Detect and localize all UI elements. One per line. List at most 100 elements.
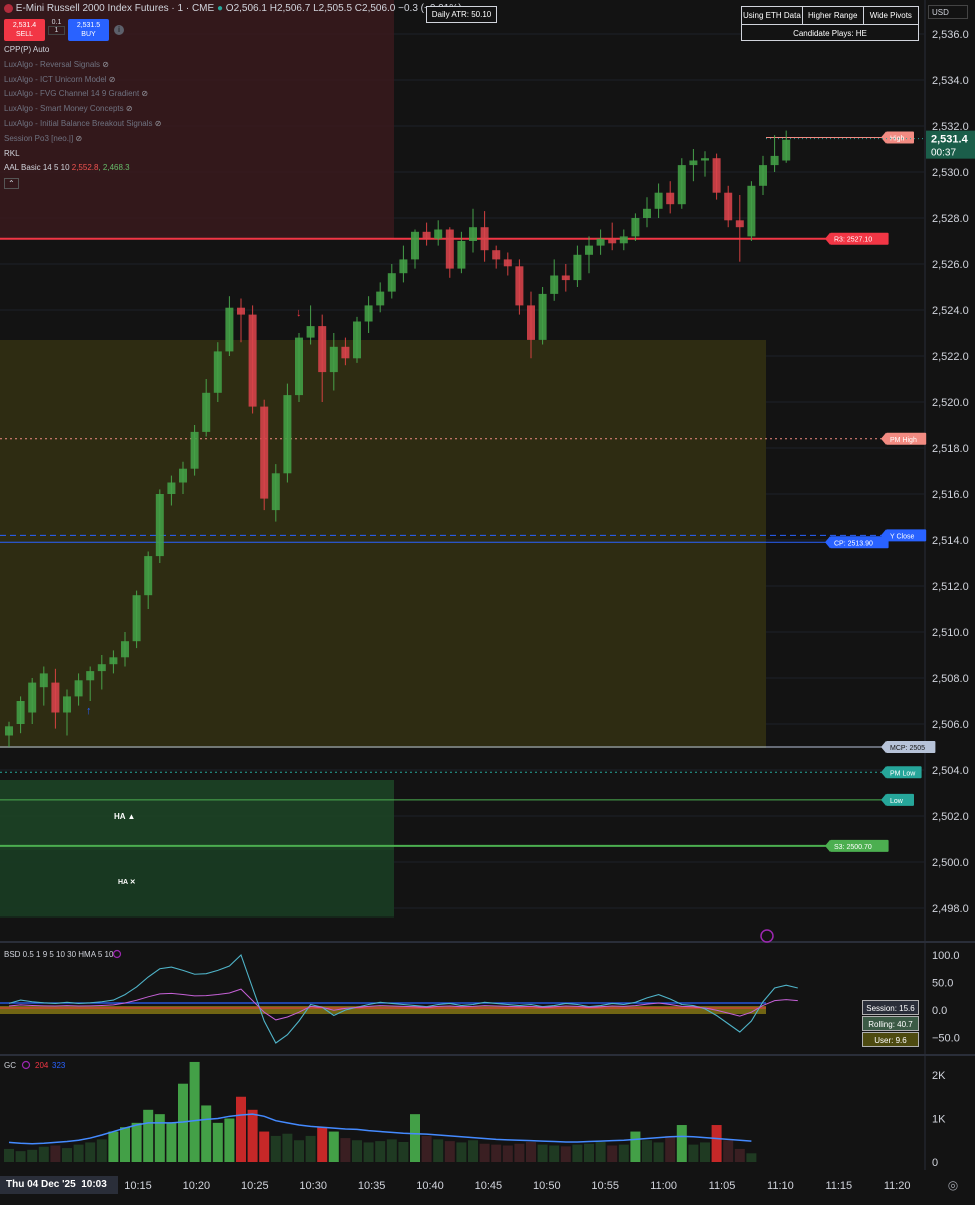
volume-bar xyxy=(584,1143,594,1162)
settings-info-table: Using ETH Data Higher Range Wide Pivots … xyxy=(741,6,919,41)
chart-canvas[interactable]: High R3: 2527.10 PM High Y Close CP: 2513.90… xyxy=(0,0,975,1200)
bsd-band xyxy=(0,1006,766,1014)
legend-row[interactable]: LuxAlgo - Initial Balance Breakout Signa… xyxy=(4,119,161,128)
price-chart[interactable]: High R3: 2527.10 PM High Y Close CP: 2513.90… xyxy=(0,0,975,1200)
hidden-eye-icon[interactable]: ⊘ xyxy=(107,75,116,84)
candle-body xyxy=(5,726,13,736)
price-axis-label: 2,522.0 xyxy=(932,351,969,363)
sell-button[interactable]: 2,531.4 SELL xyxy=(4,19,45,41)
candle-body xyxy=(608,238,617,244)
time-axis-label: 11:15 xyxy=(825,1180,852,1192)
candle[interactable] xyxy=(283,383,292,483)
hidden-eye-icon[interactable]: ⊘ xyxy=(139,89,148,98)
time-axis-label: 10:50 xyxy=(533,1180,561,1192)
hidden-eye-icon[interactable]: ⊘ xyxy=(153,119,162,128)
legend-row[interactable]: LuxAlgo - FVG Channel 14 9 Gradient ⊘ xyxy=(4,89,148,98)
level-tag[interactable]: PM Low xyxy=(881,766,922,779)
collapse-legend-button[interactable]: ⌃ xyxy=(4,178,19,189)
hidden-eye-icon[interactable]: ⊘ xyxy=(124,104,133,113)
legend-row[interactable]: AAL Basic 14 5 10 2,552.8, 2,468.3 xyxy=(4,163,130,172)
volume-bar xyxy=(421,1135,432,1162)
volume-bar xyxy=(665,1135,676,1162)
currency-selector[interactable]: USD xyxy=(928,5,968,19)
candle-body xyxy=(434,229,443,239)
candle-body xyxy=(86,671,95,681)
level-tag[interactable]: Low xyxy=(881,793,914,806)
volume-bar xyxy=(444,1141,455,1162)
volume-bar xyxy=(468,1140,478,1162)
volume-bar xyxy=(224,1118,235,1162)
candle-body xyxy=(527,305,535,340)
level-tag[interactable]: PM High xyxy=(881,432,927,445)
quantity-stepper[interactable]: 0.1 1 xyxy=(48,19,65,41)
candle[interactable] xyxy=(155,489,164,563)
candle-body xyxy=(74,680,83,697)
price-axis-label: 2,518.0 xyxy=(932,443,969,455)
level-tag[interactable]: MCP: 2505 xyxy=(881,741,936,753)
bsd-axis-label: 0.0 xyxy=(932,1005,947,1017)
candle[interactable] xyxy=(260,399,269,511)
gc-title: GC xyxy=(4,1061,16,1070)
legend-row[interactable]: LuxAlgo - Reversal Signals ⊘ xyxy=(4,60,109,69)
time-axis-label: 10:20 xyxy=(183,1180,211,1192)
volume-bar xyxy=(50,1145,61,1162)
legend-row[interactable]: LuxAlgo - ICT Unicorn Model ⊘ xyxy=(4,75,116,84)
price-axis-label: 2,520.0 xyxy=(932,397,969,409)
price-axis-label: 2,536.0 xyxy=(932,29,969,41)
cme-logo-icon xyxy=(4,3,13,13)
candle[interactable] xyxy=(132,590,141,649)
candle[interactable] xyxy=(677,158,686,209)
candle[interactable] xyxy=(353,316,361,363)
volume-bar xyxy=(502,1145,513,1162)
buy-button[interactable]: 2,531.5 BUY xyxy=(68,19,109,41)
info-icon[interactable]: i xyxy=(114,25,124,35)
sell-label: SELL xyxy=(15,31,34,38)
gc-axis-label: 2K xyxy=(932,1070,946,1082)
level-tag-label: PM Low xyxy=(890,770,916,777)
level-tag[interactable]: R3: 2527.10 xyxy=(825,232,889,245)
aal-lower-value: , 2,468.3 xyxy=(98,163,130,173)
level-tag[interactable]: High xyxy=(881,131,914,144)
candle[interactable] xyxy=(248,305,257,414)
level-tag[interactable]: S3: 2500.70 xyxy=(825,839,889,852)
candle-body xyxy=(132,595,141,642)
current-price-tag[interactable]: 2,531.4 00:37 xyxy=(926,130,975,159)
legend-row[interactable]: CPP(P) Auto xyxy=(4,45,49,54)
hidden-eye-icon[interactable]: ⊘ xyxy=(100,60,109,69)
candle-body xyxy=(376,291,385,306)
price-axis-label: 2,500.0 xyxy=(932,857,969,869)
gc-value-2: 323 xyxy=(52,1061,66,1070)
volume-bar xyxy=(201,1105,212,1162)
legend-row[interactable]: RKL xyxy=(4,149,20,158)
candle-body xyxy=(585,245,593,255)
price-axis-label: 2,530.0 xyxy=(932,167,969,179)
candle[interactable] xyxy=(538,287,547,345)
bsd-axis-label: 100.0 xyxy=(932,950,960,962)
buy-price: 2,531.5 xyxy=(76,22,101,29)
volume-bar xyxy=(734,1148,745,1162)
level-tag[interactable]: CP: 2513.90 xyxy=(825,536,889,549)
time-axis-label: 10:55 xyxy=(591,1180,619,1192)
price-axis-label: 2,514.0 xyxy=(932,535,969,547)
volume-bar xyxy=(676,1125,687,1162)
candle-body xyxy=(457,241,466,269)
legend-row[interactable]: LuxAlgo - Smart Money Concepts ⊘ xyxy=(4,104,133,113)
candle-body xyxy=(260,406,269,499)
volume-bar xyxy=(108,1131,119,1162)
candle-body xyxy=(666,192,675,205)
volume-bar xyxy=(73,1144,84,1162)
legend-row[interactable]: Session Po3 [neo.|] ⊘ xyxy=(4,134,82,143)
volume-bar xyxy=(352,1140,362,1162)
sell-signal-arrow-icon: ↓ xyxy=(296,307,302,319)
candle[interactable] xyxy=(190,425,199,476)
volume-bar xyxy=(15,1151,26,1162)
auto-scale-icon[interactable]: ◎ xyxy=(946,1178,960,1192)
candle[interactable] xyxy=(747,181,756,241)
volume-bar xyxy=(456,1142,467,1162)
symbol-title[interactable]: E-Mini Russell 2000 Index Futures · 1 · … xyxy=(16,3,214,14)
price-axis-label: 2,524.0 xyxy=(932,305,969,317)
level-tag-label: MCP: 2505 xyxy=(890,745,925,752)
candle-body xyxy=(411,231,419,260)
hidden-eye-icon[interactable]: ⊘ xyxy=(73,134,82,143)
candle[interactable] xyxy=(295,333,303,402)
